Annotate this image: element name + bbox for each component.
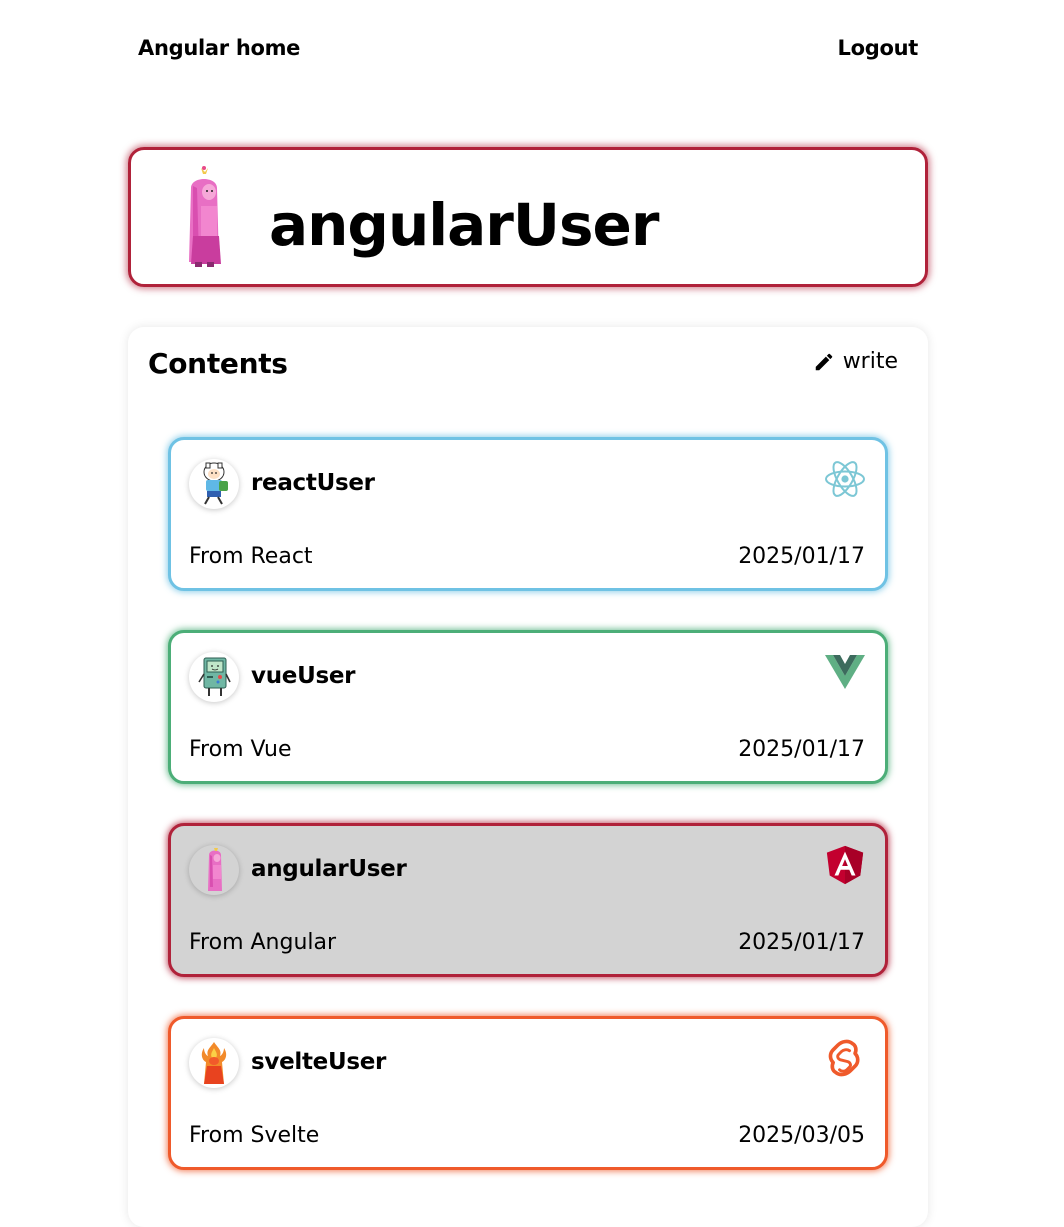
content-card[interactable]: reactUser From React 2025/01/17 — [168, 437, 888, 591]
card-date: 2025/01/17 — [738, 544, 865, 569]
avatar — [189, 1038, 239, 1088]
contents-panel: Contents write reactUser From React 2025… — [128, 327, 928, 1227]
content-card[interactable]: angularUser From Angular 2025/01/17 — [168, 823, 888, 977]
avatar — [189, 652, 239, 702]
card-username: reactUser — [251, 470, 375, 496]
princess-bubblegum-avatar-icon — [189, 166, 221, 267]
card-message: From Vue — [189, 737, 292, 762]
card-date: 2025/03/05 — [738, 1123, 865, 1148]
princess-bubblegum-avatar-icon — [208, 848, 222, 891]
write-label: write — [842, 349, 898, 374]
card-message: From Svelte — [189, 1123, 320, 1148]
profile-username: angularUser — [269, 191, 659, 259]
profile-card: angularUser — [128, 147, 928, 287]
content-card[interactable]: vueUser From Vue 2025/01/17 — [168, 630, 888, 784]
top-nav: Angular home Logout — [138, 30, 918, 66]
card-message: From React — [189, 544, 313, 569]
card-username: vueUser — [251, 663, 356, 689]
contents-title: Contents — [148, 347, 288, 380]
write-button[interactable]: write — [813, 349, 898, 374]
avatar — [189, 459, 239, 509]
react-logo-icon — [823, 458, 867, 500]
angular-home-link[interactable]: Angular home — [138, 36, 300, 60]
content-card[interactable]: svelteUser From Svelte 2025/03/05 — [168, 1016, 888, 1170]
logout-link[interactable]: Logout — [838, 36, 919, 60]
flame-princess-avatar-icon — [201, 1042, 227, 1084]
card-date: 2025/01/17 — [738, 737, 865, 762]
card-date: 2025/01/17 — [738, 930, 865, 955]
vue-logo-icon — [823, 651, 867, 693]
bmo-avatar-icon — [198, 657, 231, 696]
card-username: svelteUser — [251, 1049, 387, 1075]
avatar — [189, 845, 239, 895]
pencil-icon — [815, 353, 832, 370]
card-username: angularUser — [251, 856, 407, 882]
card-message: From Angular — [189, 930, 337, 955]
svelte-logo-icon — [823, 1037, 867, 1079]
angular-logo-icon — [823, 844, 867, 886]
finn-avatar-icon — [203, 462, 228, 505]
